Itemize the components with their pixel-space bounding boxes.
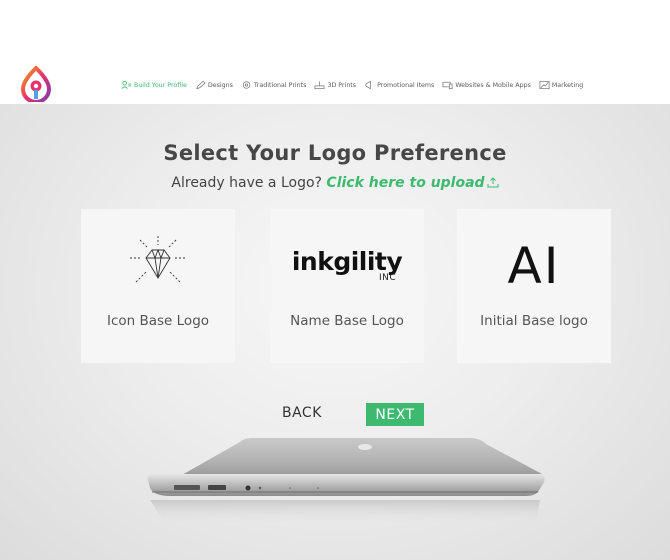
nav-label: Promotional Items (377, 81, 435, 89)
name-base-logo-card[interactable]: inkgility INC Name Base Logo (270, 209, 424, 363)
card-art (81, 227, 235, 305)
chart-icon (539, 80, 550, 90)
nav-item-traditional-prints[interactable]: Traditional Prints (241, 80, 307, 90)
wordmark-text: inkgility (291, 247, 403, 276)
nav-item-3d-prints[interactable]: 3D Prints (314, 80, 356, 90)
pencil-icon (196, 80, 206, 90)
page-title: Select Your Logo Preference (163, 141, 507, 165)
upload-prompt: Already have a Logo? Click here to uploa… (0, 175, 670, 191)
main-nav: Build Your Profile Designs Traditional P… (121, 80, 583, 90)
print-icon (242, 81, 251, 89)
card-art: inkgility INC (270, 227, 424, 305)
nav-label: Websites & Mobile Apps (455, 81, 531, 89)
upload-link-label: Click here to upload (326, 175, 485, 191)
back-button[interactable]: BACK (282, 405, 322, 421)
card-label: Initial Base logo (480, 313, 588, 329)
megaphone-icon (365, 80, 371, 90)
nav-label: Designs (207, 81, 233, 89)
nav-label: Traditional Prints (253, 81, 307, 89)
upload-icon (487, 177, 499, 188)
profile-icon (121, 80, 132, 89)
nav-item-promotional-items[interactable]: Promotional Items (364, 80, 434, 90)
nav-item-designs[interactable]: Designs (195, 80, 233, 90)
upload-prompt-text: Already have a Logo? (171, 175, 322, 191)
laptop-illustration (147, 438, 545, 524)
logo-preference-section: Select Your Logo Preference Already have… (0, 104, 670, 560)
card-label: Icon Base Logo (106, 313, 210, 329)
nav-item-build-your-profile[interactable]: Build Your Profile (121, 80, 187, 90)
card-label: Name Base Logo (290, 313, 404, 329)
brand-logo-icon[interactable] (20, 66, 52, 102)
icon-base-logo-card[interactable]: Icon Base Logo (81, 209, 235, 363)
header: Build Your Profile Designs Traditional P… (0, 0, 670, 104)
nav-item-marketing[interactable]: Marketing (539, 80, 583, 90)
initial-base-logo-card[interactable]: AI Initial Base logo (457, 209, 611, 363)
sample-wordmark: inkgility INC (291, 247, 403, 283)
card-art: AI (457, 227, 611, 305)
nav-label: 3D Prints (327, 81, 357, 89)
diamond-icon (130, 236, 186, 283)
sample-initials: AI (507, 237, 561, 295)
3d-print-icon (314, 81, 325, 90)
next-button[interactable]: NEXT (366, 403, 424, 426)
nav-item-websites-mobile-apps[interactable]: Websites & Mobile Apps (442, 80, 531, 90)
upload-link[interactable]: Click here to upload (326, 175, 499, 191)
nav-label: Build Your Profile (134, 81, 187, 89)
nav-label: Marketing (551, 81, 584, 89)
devices-icon (442, 81, 453, 90)
